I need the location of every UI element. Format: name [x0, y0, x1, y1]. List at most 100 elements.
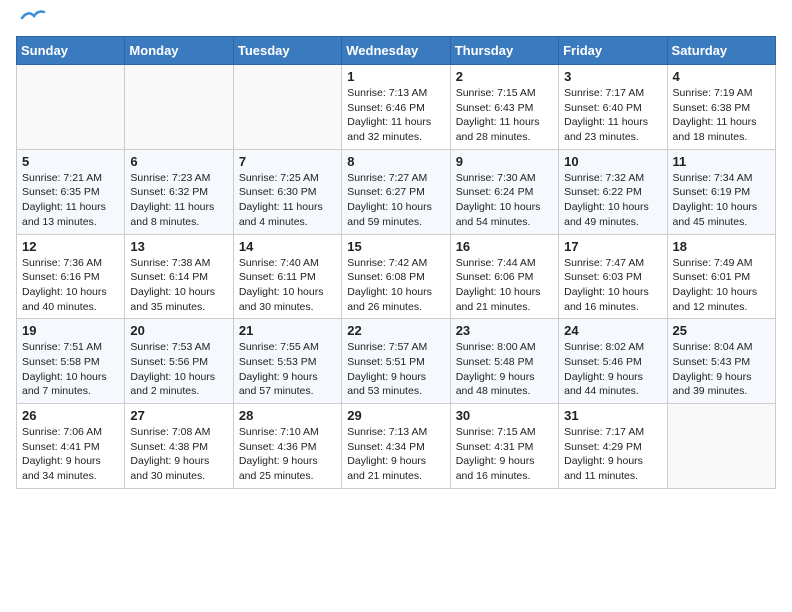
calendar-cell: 19 Sunrise: 7:51 AMSunset: 5:58 PMDayligh…	[17, 319, 125, 404]
day-number: 9	[456, 154, 553, 169]
calendar-cell: 10 Sunrise: 7:32 AMSunset: 6:22 PMDayligh…	[559, 149, 667, 234]
calendar-week-4: 19 Sunrise: 7:51 AMSunset: 5:58 PMDayligh…	[17, 319, 776, 404]
day-info: Sunrise: 7:10 AMSunset: 4:36 PMDaylight:…	[239, 425, 336, 484]
day-number: 26	[22, 408, 119, 423]
calendar-cell: 14 Sunrise: 7:40 AMSunset: 6:11 PMDayligh…	[233, 234, 341, 319]
day-number: 12	[22, 239, 119, 254]
weekday-header-sunday: Sunday	[17, 37, 125, 65]
day-info: Sunrise: 7:06 AMSunset: 4:41 PMDaylight:…	[22, 425, 119, 484]
day-number: 10	[564, 154, 661, 169]
day-number: 11	[673, 154, 770, 169]
day-number: 13	[130, 239, 227, 254]
day-info: Sunrise: 7:32 AMSunset: 6:22 PMDaylight:…	[564, 171, 661, 230]
day-info: Sunrise: 7:30 AMSunset: 6:24 PMDaylight:…	[456, 171, 553, 230]
calendar-cell: 16 Sunrise: 7:44 AMSunset: 6:06 PMDayligh…	[450, 234, 558, 319]
calendar-cell: 27Sunrise: 7:08 AMSunset: 4:38 PMDayligh…	[125, 404, 233, 489]
calendar-cell: 11 Sunrise: 7:34 AMSunset: 6:19 PMDayligh…	[667, 149, 775, 234]
calendar-cell: 13 Sunrise: 7:38 AMSunset: 6:14 PMDayligh…	[125, 234, 233, 319]
calendar-cell: 20Sunrise: 7:53 AMSunset: 5:56 PMDayligh…	[125, 319, 233, 404]
day-info: Sunrise: 7:47 AMSunset: 6:03 PMDaylight:…	[564, 256, 661, 315]
calendar-cell: 28 Sunrise: 7:10 AMSunset: 4:36 PMDayligh…	[233, 404, 341, 489]
calendar-cell: 24 Sunrise: 8:02 AMSunset: 5:46 PMDayligh…	[559, 319, 667, 404]
day-info: Sunrise: 7:13 AMSunset: 4:34 PMDaylight:…	[347, 425, 444, 484]
calendar-cell	[233, 65, 341, 150]
weekday-header-saturday: Saturday	[667, 37, 775, 65]
day-number: 18	[673, 239, 770, 254]
calendar-cell: 5Sunrise: 7:21 AMSunset: 6:35 PMDaylight…	[17, 149, 125, 234]
day-number: 24	[564, 323, 661, 338]
day-info: Sunrise: 7:55 AMSunset: 5:53 PMDaylight:…	[239, 340, 336, 399]
weekday-header-tuesday: Tuesday	[233, 37, 341, 65]
day-info: Sunrise: 7:40 AMSunset: 6:11 PMDaylight:…	[239, 256, 336, 315]
day-number: 31	[564, 408, 661, 423]
calendar-cell: 2Sunrise: 7:15 AMSunset: 6:43 PMDaylight…	[450, 65, 558, 150]
logo	[16, 16, 46, 24]
weekday-header-thursday: Thursday	[450, 37, 558, 65]
day-info: Sunrise: 8:02 AMSunset: 5:46 PMDaylight:…	[564, 340, 661, 399]
day-info: Sunrise: 7:08 AMSunset: 4:38 PMDaylight:…	[130, 425, 227, 484]
day-info: Sunrise: 7:44 AMSunset: 6:06 PMDaylight:…	[456, 256, 553, 315]
logo-bird-icon	[20, 8, 46, 28]
calendar-cell: 15 Sunrise: 7:42 AMSunset: 6:08 PMDayligh…	[342, 234, 450, 319]
day-number: 4	[673, 69, 770, 84]
day-number: 7	[239, 154, 336, 169]
calendar-week-3: 12 Sunrise: 7:36 AMSunset: 6:16 PMDayligh…	[17, 234, 776, 319]
day-info: Sunrise: 8:00 AMSunset: 5:48 PMDaylight:…	[456, 340, 553, 399]
day-number: 28	[239, 408, 336, 423]
day-info: Sunrise: 7:25 AMSunset: 6:30 PMDaylight:…	[239, 171, 336, 230]
day-number: 29	[347, 408, 444, 423]
day-info: Sunrise: 7:34 AMSunset: 6:19 PMDaylight:…	[673, 171, 770, 230]
weekday-header-monday: Monday	[125, 37, 233, 65]
calendar-cell: 7 Sunrise: 7:25 AMSunset: 6:30 PMDaylight…	[233, 149, 341, 234]
calendar-cell	[125, 65, 233, 150]
calendar-cell: 3 Sunrise: 7:17 AMSunset: 6:40 PMDaylight…	[559, 65, 667, 150]
day-info: Sunrise: 7:57 AMSunset: 5:51 PMDaylight:…	[347, 340, 444, 399]
day-number: 19	[22, 323, 119, 338]
calendar-cell: 1 Sunrise: 7:13 AMSunset: 6:46 PMDaylight…	[342, 65, 450, 150]
calendar-cell: 6 Sunrise: 7:23 AMSunset: 6:32 PMDaylight…	[125, 149, 233, 234]
calendar-cell: 18 Sunrise: 7:49 AMSunset: 6:01 PMDayligh…	[667, 234, 775, 319]
day-info: Sunrise: 8:04 AMSunset: 5:43 PMDaylight:…	[673, 340, 770, 399]
calendar-cell: 30Sunrise: 7:15 AMSunset: 4:31 PMDayligh…	[450, 404, 558, 489]
day-info: Sunrise: 7:15 AMSunset: 6:43 PMDaylight:…	[456, 86, 553, 145]
day-info: Sunrise: 7:38 AMSunset: 6:14 PMDaylight:…	[130, 256, 227, 315]
calendar-cell	[667, 404, 775, 489]
calendar-cell: 21 Sunrise: 7:55 AMSunset: 5:53 PMDayligh…	[233, 319, 341, 404]
calendar-week-2: 5Sunrise: 7:21 AMSunset: 6:35 PMDaylight…	[17, 149, 776, 234]
day-info: Sunrise: 7:21 AMSunset: 6:35 PMDaylight:…	[22, 171, 119, 230]
day-info: Sunrise: 7:15 AMSunset: 4:31 PMDaylight:…	[456, 425, 553, 484]
day-number: 14	[239, 239, 336, 254]
day-number: 8	[347, 154, 444, 169]
day-number: 22	[347, 323, 444, 338]
day-info: Sunrise: 7:19 AMSunset: 6:38 PMDaylight:…	[673, 86, 770, 145]
day-info: Sunrise: 7:17 AMSunset: 6:40 PMDaylight:…	[564, 86, 661, 145]
day-number: 21	[239, 323, 336, 338]
day-number: 25	[673, 323, 770, 338]
calendar-table: SundayMondayTuesdayWednesdayThursdayFrid…	[16, 36, 776, 489]
header	[16, 16, 776, 24]
day-info: Sunrise: 7:27 AMSunset: 6:27 PMDaylight:…	[347, 171, 444, 230]
day-number: 15	[347, 239, 444, 254]
day-number: 20	[130, 323, 227, 338]
calendar-cell: 22 Sunrise: 7:57 AMSunset: 5:51 PMDayligh…	[342, 319, 450, 404]
day-info: Sunrise: 7:13 AMSunset: 6:46 PMDaylight:…	[347, 86, 444, 145]
day-info: Sunrise: 7:23 AMSunset: 6:32 PMDaylight:…	[130, 171, 227, 230]
calendar-cell: 4 Sunrise: 7:19 AMSunset: 6:38 PMDaylight…	[667, 65, 775, 150]
day-info: Sunrise: 7:49 AMSunset: 6:01 PMDaylight:…	[673, 256, 770, 315]
day-number: 6	[130, 154, 227, 169]
day-number: 23	[456, 323, 553, 338]
calendar-cell	[17, 65, 125, 150]
calendar-cell: 8 Sunrise: 7:27 AMSunset: 6:27 PMDaylight…	[342, 149, 450, 234]
day-info: Sunrise: 7:51 AMSunset: 5:58 PMDaylight:…	[22, 340, 119, 399]
day-info: Sunrise: 7:36 AMSunset: 6:16 PMDaylight:…	[22, 256, 119, 315]
calendar-cell: 25 Sunrise: 8:04 AMSunset: 5:43 PMDayligh…	[667, 319, 775, 404]
day-number: 17	[564, 239, 661, 254]
day-info: Sunrise: 7:42 AMSunset: 6:08 PMDaylight:…	[347, 256, 444, 315]
calendar-cell: 23 Sunrise: 8:00 AMSunset: 5:48 PMDayligh…	[450, 319, 558, 404]
calendar-week-5: 26 Sunrise: 7:06 AMSunset: 4:41 PMDayligh…	[17, 404, 776, 489]
day-number: 16	[456, 239, 553, 254]
calendar-header-row: SundayMondayTuesdayWednesdayThursdayFrid…	[17, 37, 776, 65]
day-number: 1	[347, 69, 444, 84]
day-number: 3	[564, 69, 661, 84]
calendar-cell: 12 Sunrise: 7:36 AMSunset: 6:16 PMDayligh…	[17, 234, 125, 319]
